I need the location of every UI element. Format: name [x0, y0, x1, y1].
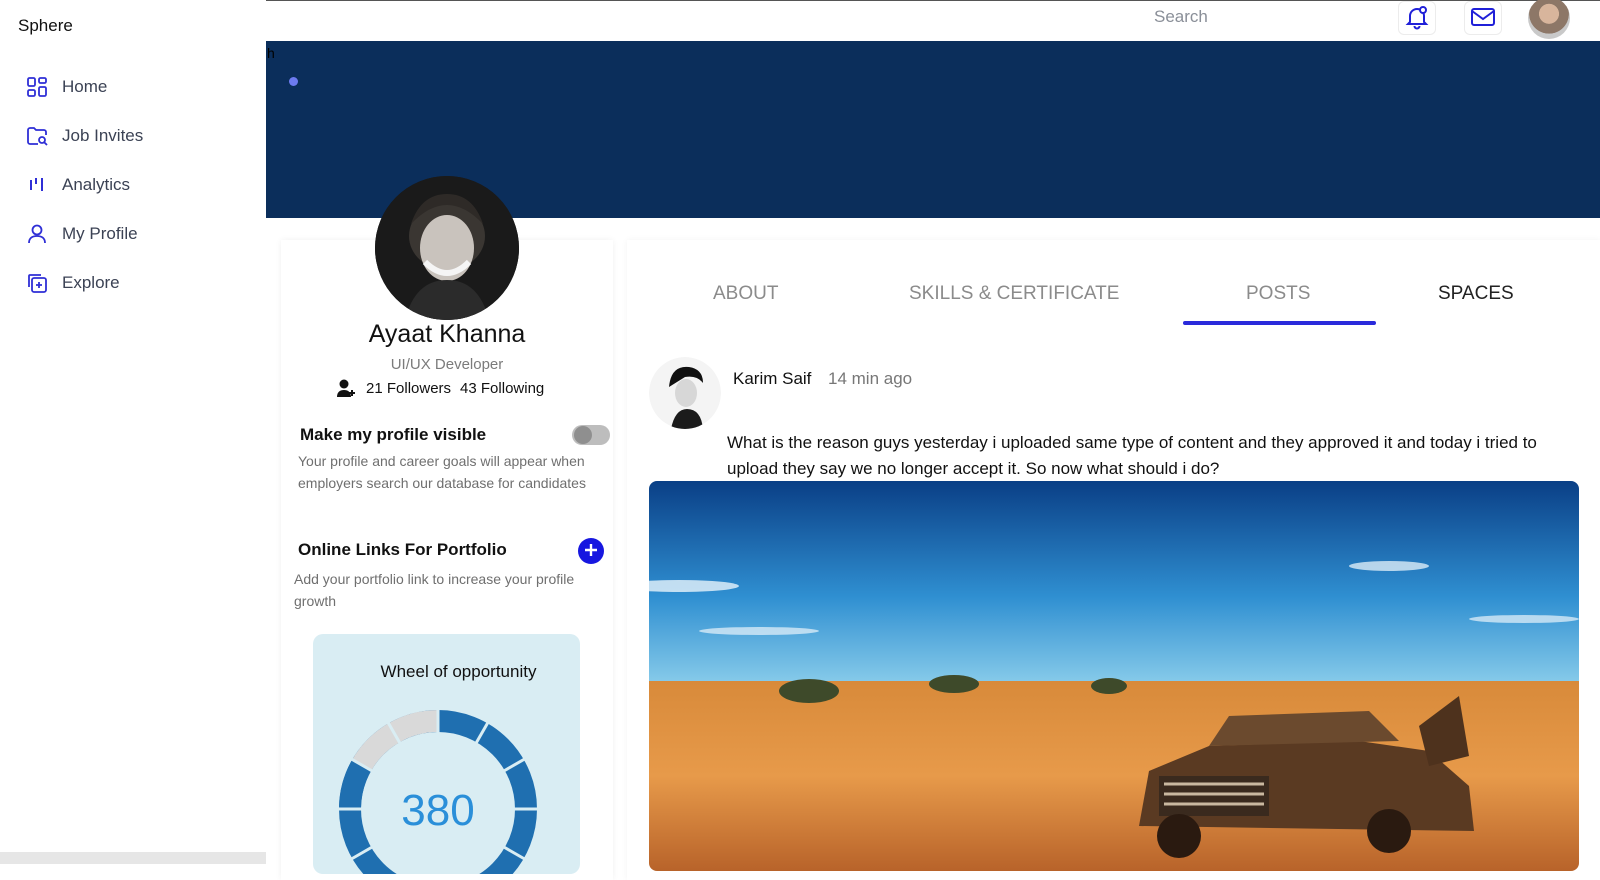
search-input[interactable]: [1154, 5, 1354, 29]
add-user-icon[interactable]: [336, 378, 358, 398]
app-brand[interactable]: Sphere: [18, 16, 73, 36]
bell-icon: [1404, 4, 1430, 33]
messages-button[interactable]: [1464, 1, 1502, 35]
tab-skills-certificate[interactable]: SKILLS & CERTIFICATE: [909, 283, 1119, 305]
sidebar-item-explore[interactable]: Explore: [0, 258, 266, 307]
following-count[interactable]: 43 Following: [460, 380, 544, 397]
active-tab-indicator: [1183, 321, 1376, 325]
banner-stray-text: h: [267, 45, 275, 61]
sidebar-item-analytics[interactable]: Analytics: [0, 160, 266, 209]
tab-posts[interactable]: POSTS: [1246, 283, 1310, 305]
followers-count[interactable]: 21 Followers: [366, 380, 451, 397]
top-bar: [266, 0, 1600, 41]
profile-visibility-title: Make my profile visible: [300, 425, 487, 444]
sidebar-item-home[interactable]: Home: [0, 62, 266, 111]
user-icon: [26, 223, 48, 245]
portfolio-links-description: Add your portfolio link to increase your…: [294, 571, 575, 609]
sidebar-item-label: My Profile: [62, 223, 138, 243]
tab-spaces[interactable]: SPACES: [1438, 283, 1514, 305]
wheel-of-opportunity-card: Wheel of opportunity 380: [313, 634, 580, 874]
plus-icon: [584, 543, 598, 560]
add-portfolio-link-button[interactable]: [578, 538, 604, 564]
profile-role: UI/UX Developer: [390, 356, 504, 373]
horizontal-scrollbar[interactable]: [0, 852, 266, 864]
user-avatar[interactable]: [1528, 0, 1570, 39]
profile-name: Ayaat Khanna: [368, 320, 526, 348]
profile-visibility-toggle[interactable]: [572, 425, 610, 445]
add-copy-icon: [26, 272, 48, 294]
tab-about[interactable]: ABOUT: [713, 283, 778, 305]
folder-search-icon: [26, 125, 48, 147]
post-author-avatar[interactable]: [649, 357, 721, 429]
post-image[interactable]: [649, 481, 1579, 871]
post-author-name[interactable]: Karim Saif: [733, 369, 811, 389]
sidebar-item-my-profile[interactable]: My Profile: [0, 209, 266, 258]
notifications-button[interactable]: [1398, 1, 1436, 35]
profile-avatar: [375, 176, 519, 320]
analytics-icon: [26, 174, 48, 196]
post-timestamp: 14 min ago: [828, 369, 913, 388]
grid-icon: [26, 76, 48, 98]
post-text: What is the reason guys yesterday i uplo…: [727, 433, 1537, 478]
profile-stats: 21 Followers 43 Following: [336, 378, 544, 398]
profile-visibility-description: Your profile and career goals will appea…: [298, 453, 586, 491]
wheel-graphic: [337, 708, 539, 874]
sidebar-item-label: Home: [62, 76, 108, 96]
sidebar-item-job-invites[interactable]: Job Invites: [0, 111, 266, 160]
wheel-score: 380: [401, 786, 475, 835]
sidebar-item-label: Analytics: [62, 174, 131, 194]
sidebar-nav: Home Job Invites Analytics My Profile Ex…: [0, 62, 266, 307]
sidebar: Sphere Home Job Invites Analytics My Pro…: [0, 0, 266, 864]
sidebar-item-label: Explore: [62, 272, 120, 292]
sidebar-item-label: Job Invites: [62, 125, 144, 145]
portfolio-links-title: Online Links For Portfolio: [298, 540, 507, 559]
mail-icon: [1470, 6, 1496, 31]
banner-dot: [289, 77, 298, 86]
